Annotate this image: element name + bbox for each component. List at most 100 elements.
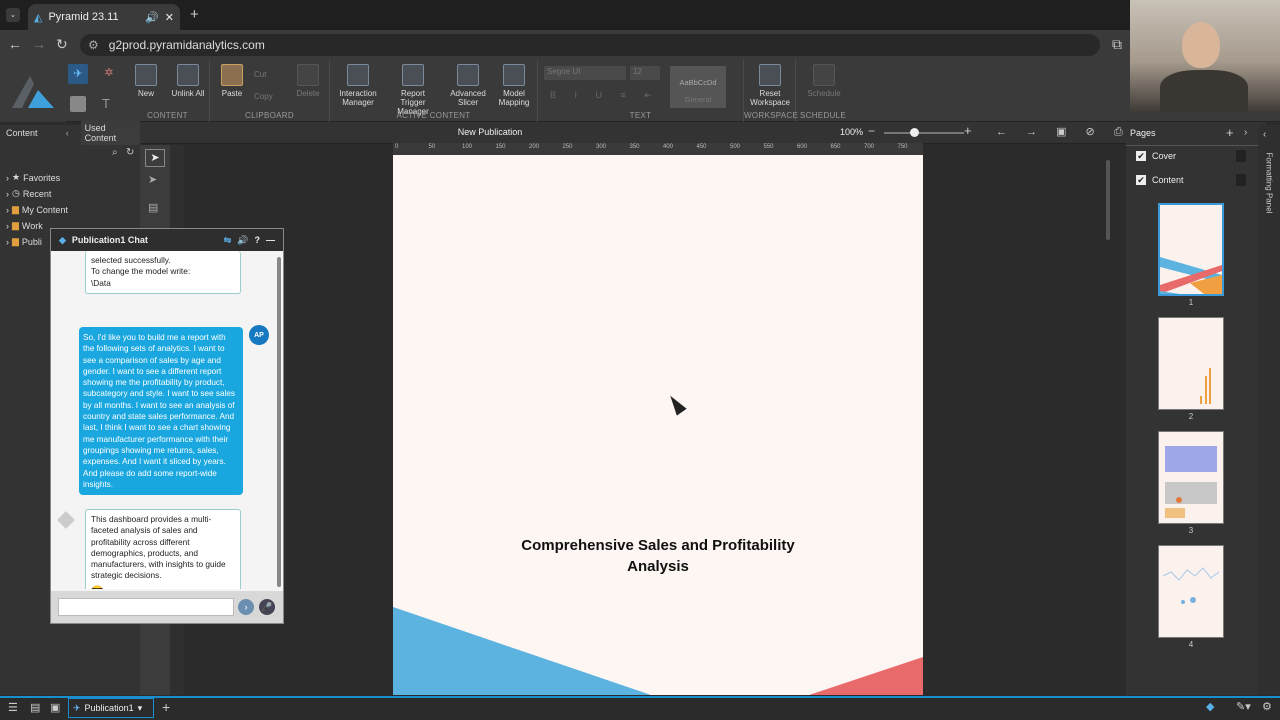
style-gallery[interactable]: AaBbCcDd General: [670, 66, 726, 108]
document-tab[interactable]: ✈ Publication1 ▾: [68, 698, 154, 718]
model-mapping-button[interactable]: Model Mapping: [494, 64, 534, 107]
slicer-icon: [457, 64, 479, 86]
paste-button[interactable]: Paste: [212, 64, 252, 98]
tree-my-content[interactable]: › ▆ My Content: [6, 204, 68, 215]
new-icon: [135, 64, 157, 86]
ruler-tick-label: 750: [897, 144, 908, 150]
pyramid-ai-icon[interactable]: ◆: [1206, 700, 1214, 713]
chat-scrollbar[interactable]: [277, 257, 281, 587]
zoom-slider-handle[interactable]: [910, 128, 919, 137]
url-text: g2prod.pyramidanalytics.com: [108, 38, 265, 52]
ruler-tick-label: 400: [663, 144, 674, 150]
publish-mode-icon[interactable]: ✈: [68, 64, 88, 84]
interaction-manager-button[interactable]: Interaction Manager: [336, 64, 380, 107]
page-thumbnail-3[interactable]: [1158, 431, 1224, 524]
bot-message-text: This dashboard provides a multi-faceted …: [91, 514, 226, 581]
new-tab-button[interactable]: +: [190, 6, 199, 23]
menu-icon[interactable]: ☰: [8, 701, 18, 714]
chevron-down-icon[interactable]: ▾: [138, 703, 143, 714]
ribbon-group-schedule: Schedule SCHEDULE: [796, 60, 850, 122]
section-cover[interactable]: ✔ Cover: [1136, 151, 1176, 161]
delete-button[interactable]: Delete: [288, 64, 328, 98]
formatting-panel-tab[interactable]: ‹ Formatting Panel: [1258, 125, 1280, 695]
collapse-icon[interactable]: ‹: [1263, 129, 1266, 140]
chat-input[interactable]: [58, 598, 234, 616]
unlink-all-button[interactable]: Unlink All: [168, 64, 208, 98]
chat-minimize-icon[interactable]: —: [266, 235, 275, 245]
schedule-button[interactable]: Schedule: [802, 64, 846, 98]
select-tool-icon[interactable]: ➤: [145, 149, 165, 167]
page-thumbnail-2[interactable]: [1158, 317, 1224, 410]
image-icon[interactable]: ▣: [50, 701, 60, 714]
model-mapping-icon: [503, 64, 525, 86]
extensions-icon[interactable]: ⧉: [1112, 36, 1122, 53]
text-format-buttons[interactable]: B I U ≡ ⇤ ⇥: [550, 90, 686, 101]
font-family-select[interactable]: Segoe UI: [544, 66, 626, 80]
cover-title[interactable]: Comprehensive Sales and Profitability An…: [513, 535, 803, 577]
zoom-out-button[interactable]: −: [868, 124, 875, 138]
page-mode-icon[interactable]: [70, 96, 86, 112]
chat-help-icon[interactable]: ?: [255, 235, 261, 245]
cover-page[interactable]: Comprehensive Sales and Profitability An…: [393, 155, 923, 695]
zoom-slider[interactable]: [884, 132, 964, 134]
expand-icon: ›: [6, 236, 9, 247]
forward-icon[interactable]: →: [32, 36, 46, 52]
page-number: 3: [1188, 526, 1194, 535]
address-bar[interactable]: ⚙ g2prod.pyramidanalytics.com: [80, 34, 1100, 56]
send-button[interactable]: ›: [238, 599, 254, 615]
tree-favorites[interactable]: › ★ Favorites: [6, 172, 60, 183]
bot-message: This dashboard provides a multi-faceted …: [85, 509, 241, 589]
speaker-icon[interactable]: 🔊: [145, 11, 159, 24]
page-thumbnail-1[interactable]: [1158, 203, 1224, 296]
section-menu-icon[interactable]: [1236, 174, 1246, 186]
pointer-tool-icon[interactable]: ➤: [148, 173, 157, 186]
cut-button[interactable]: Cut: [254, 70, 266, 79]
refresh-icon[interactable]: ↻: [126, 147, 134, 158]
reset-workspace-button[interactable]: Reset Workspace: [748, 64, 792, 107]
tab-used-content[interactable]: Used Content: [80, 121, 140, 145]
chat-sound-icon[interactable]: 🔊: [237, 235, 248, 246]
dashboard-mode-icon[interactable]: ✲: [100, 64, 118, 82]
content-panel-tabs: Content ‹ Used Content: [0, 121, 140, 145]
files-icon[interactable]: ▤: [30, 701, 40, 714]
copy-button[interactable]: Copy: [254, 92, 273, 101]
table-tool-icon[interactable]: ▤: [148, 201, 158, 214]
collapse-left-icon[interactable]: ‹: [66, 128, 81, 138]
reload-icon[interactable]: ↻: [56, 36, 68, 53]
font-size-select[interactable]: 12: [630, 66, 660, 80]
site-info-icon[interactable]: ⚙: [88, 38, 99, 52]
ruler-tick-label: 650: [830, 144, 841, 150]
close-tab-icon[interactable]: ✕: [165, 11, 174, 24]
tools-icon[interactable]: ✎▾: [1236, 700, 1251, 713]
section-content[interactable]: ✔ Content: [1136, 175, 1184, 185]
tree-recent[interactable]: › ◷ Recent: [6, 188, 51, 199]
tree-workspace[interactable]: › ▆ Work: [6, 220, 43, 231]
unlink-icon: [177, 64, 199, 86]
tree-public[interactable]: › ▆ Publi: [6, 236, 42, 247]
search-icon[interactable]: ⌕: [112, 147, 118, 158]
report-trigger-manager-button[interactable]: Report Trigger Manager: [388, 64, 438, 116]
add-page-button[interactable]: +: [1226, 125, 1234, 140]
new-button[interactable]: New: [126, 64, 166, 98]
chat-model-icon[interactable]: ⇋: [224, 235, 232, 246]
checkbox-checked-icon[interactable]: ✔: [1136, 175, 1146, 185]
ruler-tick-label: 450: [696, 144, 707, 150]
advanced-slicer-button[interactable]: Advanced Slicer: [448, 64, 488, 107]
tab-search-button[interactable]: ⌄: [6, 8, 20, 22]
checkbox-checked-icon[interactable]: ✔: [1136, 151, 1146, 161]
app-logo[interactable]: [0, 60, 66, 122]
canvas-scrollbar[interactable]: [1106, 160, 1110, 240]
ruler-tick-label: 200: [529, 144, 540, 150]
expand-panel-icon[interactable]: ›: [1244, 127, 1247, 138]
back-icon[interactable]: ←: [8, 36, 22, 52]
text-mode-icon[interactable]: T: [102, 96, 110, 111]
section-menu-icon[interactable]: [1236, 150, 1246, 162]
zoom-in-button[interactable]: +: [964, 123, 972, 138]
add-document-button[interactable]: +: [162, 699, 170, 715]
browser-tab-pyramid[interactable]: ◭ Pyramid 23.11 🔊 ✕: [28, 4, 180, 30]
settings-icon[interactable]: ⚙: [1262, 700, 1272, 713]
page-thumbnail-4[interactable]: [1158, 545, 1224, 638]
tab-content[interactable]: Content: [0, 128, 66, 138]
microphone-icon[interactable]: 🎤: [259, 599, 275, 615]
trigger-icon: [402, 64, 424, 86]
